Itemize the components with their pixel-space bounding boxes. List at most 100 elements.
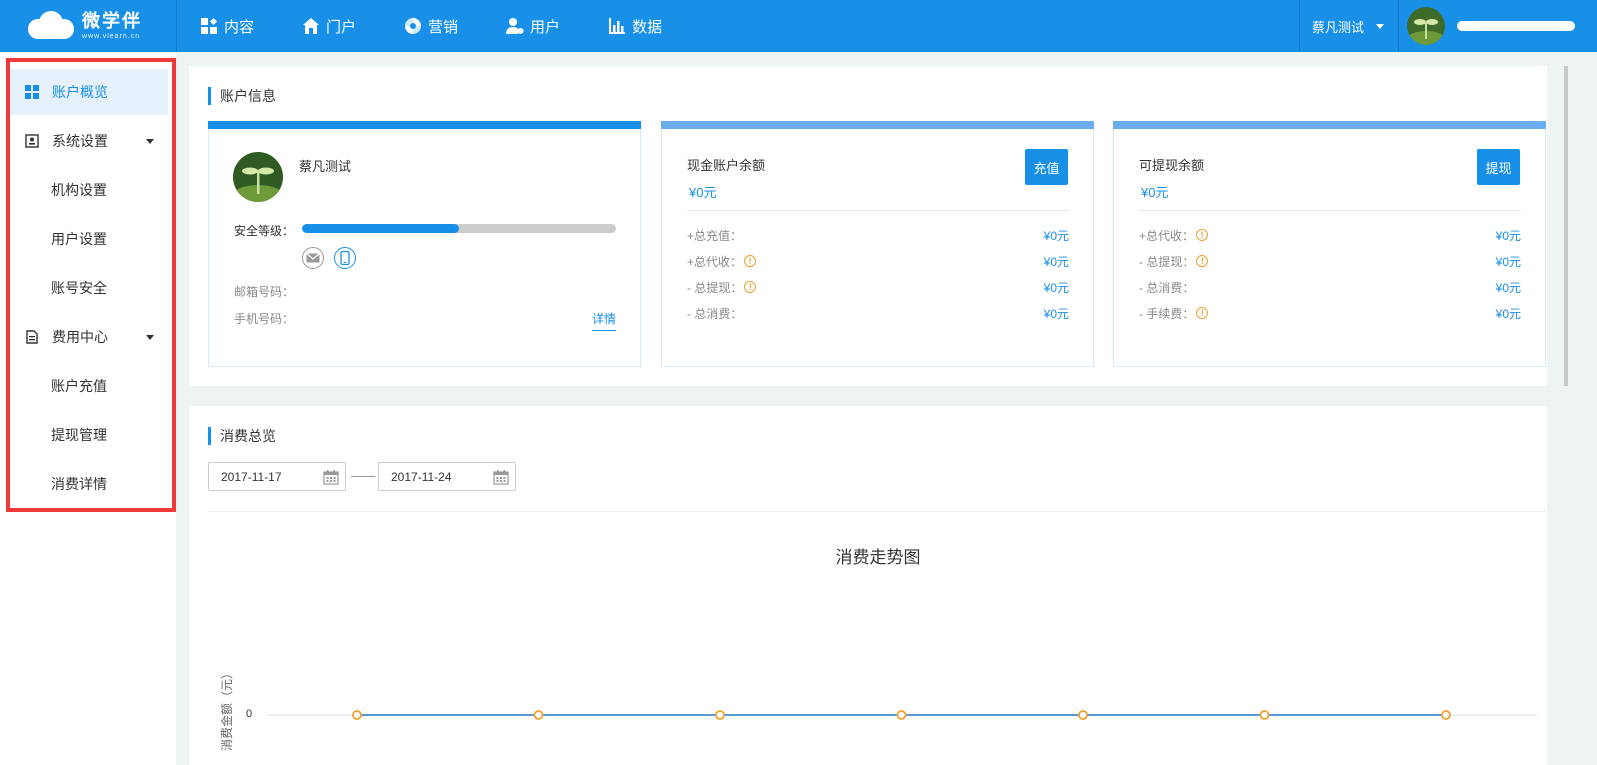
sidebar-item-user-settings[interactable]: 用户设置 <box>10 216 168 262</box>
row-value: ¥0元 <box>1043 254 1069 269</box>
warning-info-icon[interactable]: ! <box>1196 229 1209 241</box>
nav-item-data[interactable]: 数据 <box>608 16 662 37</box>
row-label: +总代收： <box>687 254 743 269</box>
card-accent-strip <box>661 121 1094 129</box>
sidebar: 账户概览 系统设置 机构设置 用户设置 账号安全 费用中心 账户充值 提现管理 … <box>0 52 176 765</box>
withdrawable-value: ¥0元 <box>1141 185 1169 200</box>
warning-info-icon[interactable]: ! <box>744 255 757 267</box>
cash-row-total-recharge: +总充值： ¥0元 <box>687 226 1069 244</box>
chart-data-point[interactable] <box>533 710 544 720</box>
phone-label: 手机号码： <box>234 312 295 326</box>
brand-name: 微学伴 <box>82 11 142 31</box>
sidebar-item-withdraw-management[interactable]: 提现管理 <box>10 412 168 458</box>
bar-chart-icon <box>609 18 626 34</box>
sidebar-item-label: 消费详情 <box>51 476 107 492</box>
scrollbar[interactable] <box>1564 66 1568 386</box>
sprout-avatar-icon <box>1407 7 1445 45</box>
user-icon <box>506 18 524 34</box>
divider <box>208 511 1546 512</box>
nav-item-marketing[interactable]: 营销 <box>404 16 458 37</box>
card-accent-strip <box>1113 121 1546 129</box>
divider <box>1139 210 1521 211</box>
calendar-icon[interactable] <box>493 469 509 485</box>
chart-data-point[interactable] <box>715 710 725 720</box>
nav-label: 营销 <box>428 18 459 36</box>
withdraw-row-fees: - 手续费：! ¥0元 <box>1139 304 1521 322</box>
chart-data-point[interactable] <box>1259 710 1270 720</box>
nav-label: 内容 <box>224 18 255 36</box>
nav-item-portal[interactable]: 门户 <box>302 16 356 37</box>
org-name: 蔡凡测试 <box>1311 19 1364 35</box>
logo-divider <box>176 0 177 52</box>
user-area: 蔡凡测试 <box>1298 0 1597 52</box>
cash-row-total-consumed: - 总消费： ¥0元 <box>687 304 1069 322</box>
calendar-icon[interactable] <box>323 469 339 485</box>
detail-link[interactable]: 详情 <box>592 310 617 331</box>
row-value: ¥0元 <box>1495 306 1521 321</box>
cash-row-total-withdrawn: - 总提现：! ¥0元 <box>687 278 1069 296</box>
row-value: ¥0元 <box>1495 228 1521 243</box>
sidebar-item-account-security[interactable]: 账号安全 <box>10 265 168 311</box>
withdraw-row-total-collected: +总代收：! ¥0元 <box>1139 226 1521 244</box>
grid-icon <box>24 84 40 100</box>
sidebar-item-recharge[interactable]: 账户充值 <box>10 363 168 409</box>
row-label: +总代收： <box>1139 228 1195 243</box>
chart-data-point[interactable] <box>352 710 362 720</box>
row-label: - 总消费： <box>687 306 743 321</box>
home-icon <box>303 18 320 34</box>
org-switcher[interactable]: 蔡凡测试 <box>1298 0 1399 52</box>
sidebar-item-label: 账户概览 <box>52 84 108 100</box>
card-accent-strip <box>208 121 641 129</box>
sidebar-item-billing-center[interactable]: 费用中心 <box>10 314 168 360</box>
sidebar-item-label: 提现管理 <box>51 427 107 443</box>
sidebar-item-system-settings[interactable]: 系统设置 <box>10 118 168 164</box>
chart-data-point[interactable] <box>1078 710 1088 720</box>
sidebar-item-account-overview[interactable]: 账户概览 <box>10 69 168 115</box>
warning-info-icon[interactable]: ! <box>1196 307 1209 319</box>
username-redacted <box>1457 21 1575 31</box>
date-from-input[interactable]: 2017-11-17 <box>208 462 346 491</box>
nav-label: 数据 <box>632 18 663 36</box>
nav-item-content[interactable]: 内容 <box>200 16 254 37</box>
caret-down-icon <box>146 335 154 340</box>
warning-info-icon[interactable]: ! <box>1196 255 1209 267</box>
avatar <box>233 152 283 202</box>
security-level-fill <box>302 224 459 233</box>
brand-url: www.vlearn.cn <box>82 33 141 40</box>
sidebar-item-consumption-details[interactable]: 消费详情 <box>10 461 168 507</box>
row-value: ¥0元 <box>1043 280 1069 295</box>
row-value: ¥0元 <box>1495 280 1521 295</box>
withdrawable-balance-card: 可提现余额 ¥0元 提现 +总代收：! ¥0元 - 总提现：! ¥0元 - 总消… <box>1113 121 1546 367</box>
avatar[interactable] <box>1407 7 1445 45</box>
consumption-trend-chart <box>267 710 1537 720</box>
email-label: 邮箱号码： <box>234 285 295 299</box>
cloud-logo-icon <box>28 11 74 41</box>
main-nav: 内容 门户 营销 用户 数据 <box>200 0 710 52</box>
warning-info-icon[interactable]: ! <box>744 281 757 293</box>
cash-balance-value: ¥0元 <box>689 185 717 200</box>
caret-down-icon <box>146 139 154 144</box>
row-value: ¥0元 <box>1043 228 1069 243</box>
recharge-button[interactable]: 充值 <box>1025 149 1068 185</box>
sidebar-item-org-settings[interactable]: 机构设置 <box>10 167 168 213</box>
date-to-input[interactable]: 2017-11-24 <box>378 462 516 491</box>
sidebar-item-label: 机构设置 <box>51 182 107 198</box>
row-label: - 总提现： <box>1139 254 1195 269</box>
chart-data-point[interactable] <box>1441 710 1451 720</box>
chart-title: 消费走势图 <box>835 548 921 567</box>
row-label: - 总提现： <box>687 280 743 295</box>
content-grid-icon <box>201 17 218 34</box>
row-value: ¥0元 <box>1495 254 1521 269</box>
brand-logo[interactable]: 微学伴 www.vlearn.cn <box>0 0 176 52</box>
phone-verify-icon[interactable] <box>334 247 356 269</box>
caret-down-icon <box>1376 23 1384 29</box>
chart-data-point[interactable] <box>896 710 907 720</box>
email-verify-icon[interactable] <box>302 247 324 269</box>
withdraw-button[interactable]: 提现 <box>1477 149 1520 185</box>
row-value: ¥0元 <box>1043 306 1069 321</box>
sidebar-item-label: 账号安全 <box>51 280 107 296</box>
profile-name: 蔡凡测试 <box>299 159 352 174</box>
nav-item-users[interactable]: 用户 <box>506 16 560 37</box>
row-label: +总充值： <box>687 228 743 243</box>
row-label: - 总消费： <box>1139 280 1195 295</box>
